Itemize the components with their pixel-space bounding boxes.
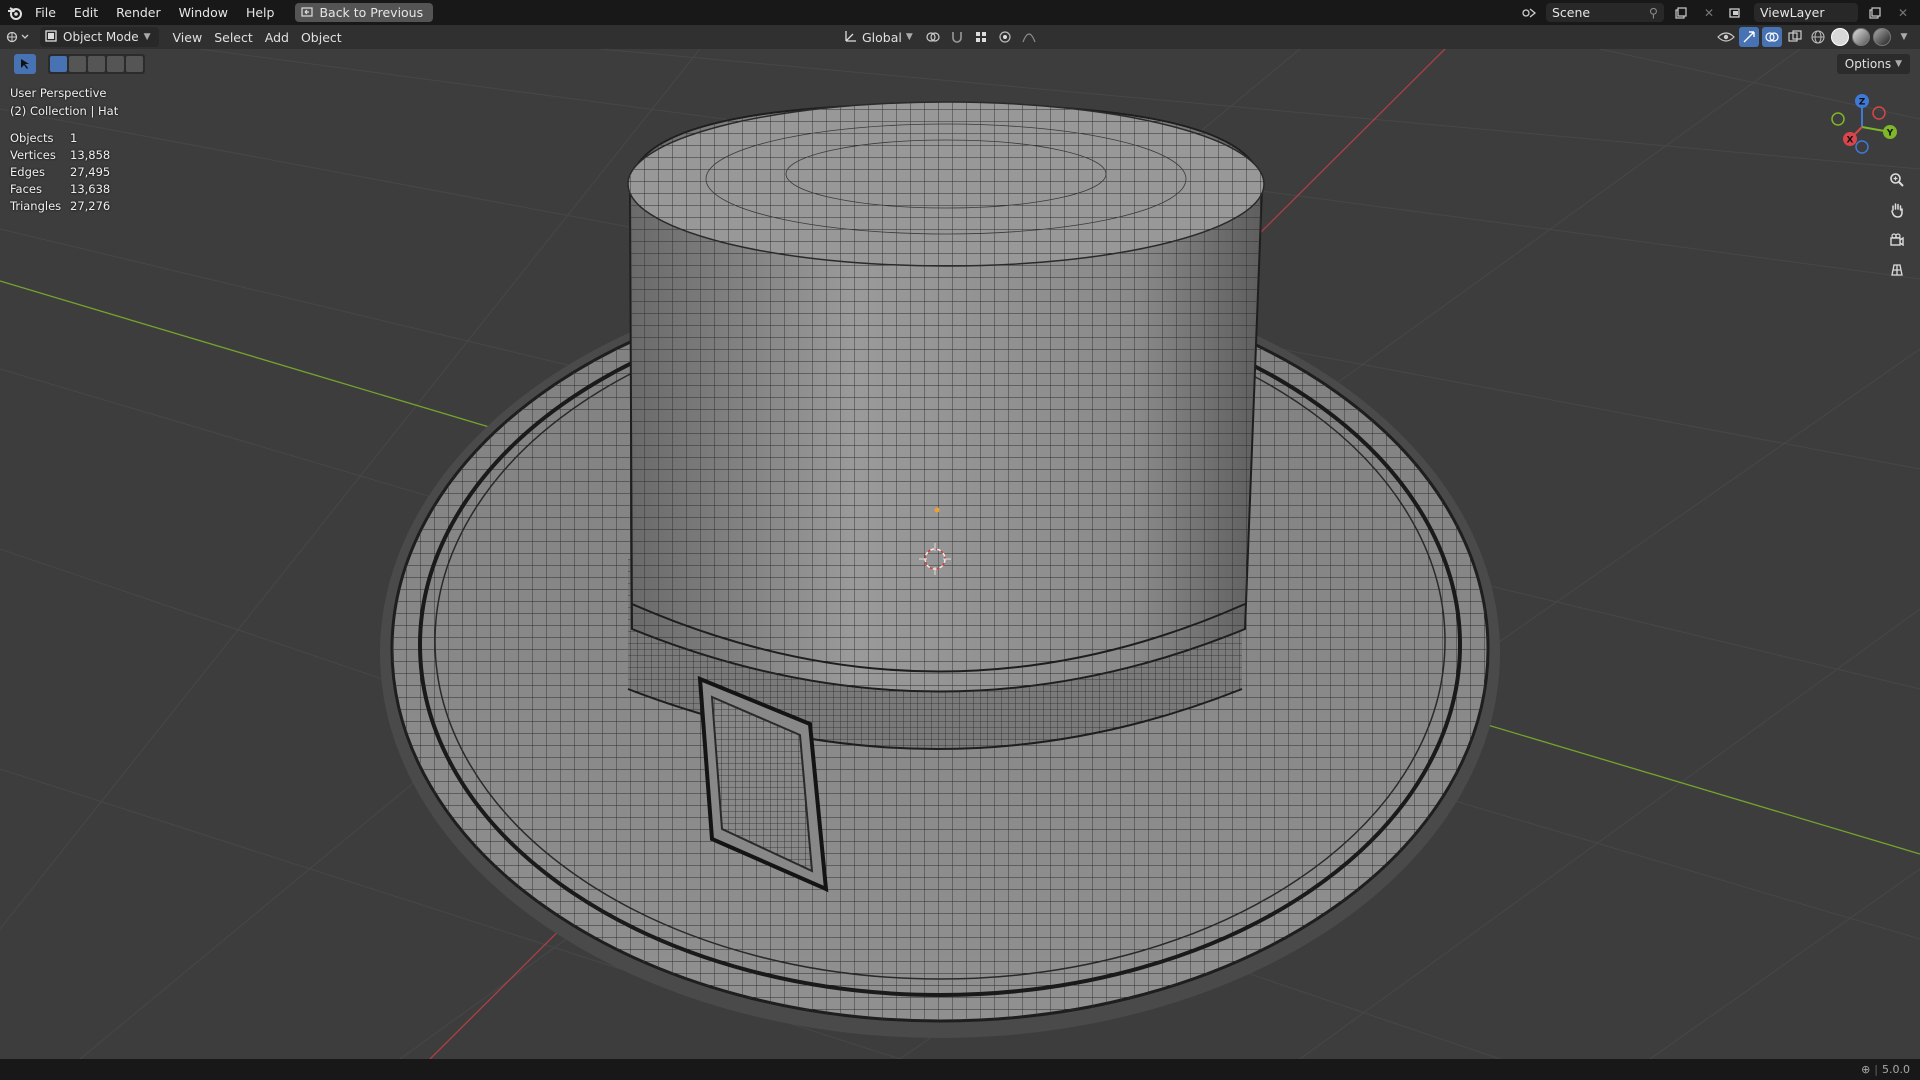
menu-edit[interactable]: Edit — [65, 0, 107, 25]
version-label: 5.0.0 — [1882, 1063, 1910, 1076]
wireframe-shading-icon[interactable] — [1808, 27, 1828, 47]
hand-icon[interactable] — [1884, 198, 1910, 222]
selection-mode-group — [48, 54, 145, 74]
menu-add[interactable]: Add — [259, 27, 295, 47]
view-layer-icon[interactable] — [1726, 3, 1748, 22]
delete-view-layer-icon[interactable]: ✕ — [1892, 3, 1914, 22]
viewport-header: Object Mode ▼ View Select Add Object Glo… — [0, 25, 1920, 49]
top-menu-bar: File Edit Render Window Help Back to Pre… — [0, 0, 1920, 25]
stat-label: Triangles — [10, 199, 62, 213]
collection-label: (2) Collection | Hat — [10, 104, 119, 118]
falloff-curve-icon[interactable] — [1019, 27, 1039, 47]
menu-render[interactable]: Render — [107, 0, 170, 25]
object-mode-label: Object Mode — [63, 30, 139, 44]
zoom-icon[interactable] — [1884, 168, 1910, 192]
hat-mesh[interactable] — [380, 101, 1500, 1038]
stat-row: Edges 27,495 — [10, 164, 110, 181]
viewport-display-tools: ▼ — [1716, 25, 1914, 49]
editor-type-dropdown[interactable] — [0, 27, 36, 47]
object-mode-icon — [44, 29, 58, 46]
chevron-down-icon: ▼ — [905, 32, 913, 42]
perspective-label: User Perspective — [10, 86, 107, 100]
grid-icon[interactable] — [1884, 258, 1910, 282]
new-view-layer-icon[interactable] — [1864, 3, 1886, 22]
version-display: ⊕ | 5.0.0 — [1861, 1063, 1910, 1076]
menu-help[interactable]: Help — [237, 0, 284, 25]
new-scene-icon[interactable] — [1670, 3, 1692, 22]
stat-value: 27,276 — [70, 199, 111, 213]
options-dropdown[interactable]: Options ▼ — [1836, 54, 1910, 74]
menu-select[interactable]: Select — [208, 27, 259, 47]
stat-row: Faces 13,638 — [10, 181, 110, 198]
back-screen-icon — [301, 5, 314, 20]
camera-icon[interactable] — [1884, 228, 1910, 252]
pivot-point-icon[interactable] — [923, 27, 943, 47]
snap-target-icon[interactable] — [971, 27, 991, 47]
select-intersect-icon[interactable] — [126, 56, 143, 72]
stat-row: Vertices 13,858 — [10, 147, 110, 164]
shading-options-chevron-icon[interactable]: ▼ — [1894, 27, 1914, 47]
snap-icon[interactable] — [947, 27, 967, 47]
stat-value: 27,495 — [70, 165, 111, 179]
gizmo-y-label: Y — [1886, 129, 1894, 139]
3d-viewport[interactable]: User Perspective (2) Collection | Hat Ob… — [0, 49, 1920, 1059]
stat-value: 13,638 — [70, 182, 111, 196]
stat-label: Faces — [10, 182, 42, 196]
navigation-gizmo[interactable]: Z Y X — [1818, 89, 1908, 169]
blender-logo-icon[interactable] — [4, 0, 26, 25]
workspace-selectors: Scene ⚲ ✕ ViewLayer ✕ — [1518, 0, 1920, 25]
tool-settings-row — [14, 54, 145, 74]
stat-value: 13,858 — [70, 148, 111, 162]
rendered-shading-button[interactable] — [1873, 28, 1891, 46]
gizmo-x-label: X — [1847, 136, 1854, 146]
navigation-buttons — [1884, 168, 1910, 282]
transform-orientation-dropdown[interactable]: Global ▼ — [838, 27, 919, 47]
select-subtract-icon[interactable] — [88, 56, 105, 72]
menu-object[interactable]: Object — [295, 27, 348, 47]
xray-toggle-icon[interactable] — [1785, 27, 1805, 47]
gizmo-z-label: Z — [1859, 98, 1866, 108]
view-layer-field[interactable]: ViewLayer — [1754, 3, 1858, 22]
stat-value: 1 — [70, 131, 78, 145]
visibility-icon[interactable] — [1716, 27, 1736, 47]
scene-name-field[interactable]: Scene ⚲ — [1546, 3, 1664, 22]
object-mode-dropdown[interactable]: Object Mode ▼ — [40, 27, 159, 47]
object-origin — [934, 507, 940, 513]
select-extend-icon[interactable] — [69, 56, 86, 72]
delete-scene-icon[interactable]: ✕ — [1698, 3, 1720, 22]
menu-window[interactable]: Window — [170, 0, 237, 25]
solid-shading-button[interactable] — [1831, 28, 1849, 46]
scene-statistics: Objects 1 Vertices 13,858 Edges 27,495 Face… — [10, 130, 110, 215]
chevron-down-icon: ▼ — [1895, 59, 1902, 69]
transform-orientation-label: Global — [862, 29, 902, 45]
select-invert-icon[interactable] — [107, 56, 124, 72]
chevron-down-icon: ▼ — [143, 32, 151, 42]
proportional-edit-icon[interactable] — [995, 27, 1015, 47]
orientation-axes-icon — [844, 29, 858, 46]
stat-label: Vertices — [10, 148, 56, 162]
scene-canvas[interactable] — [0, 49, 1920, 1059]
pin-icon[interactable]: ⚲ — [1649, 5, 1658, 20]
options-label: Options — [1844, 57, 1892, 71]
stat-row: Triangles 27,276 — [10, 198, 110, 215]
scene-type-icon[interactable] — [1518, 3, 1540, 22]
back-to-previous-button[interactable]: Back to Previous — [295, 3, 434, 22]
transform-tools: Global ▼ — [838, 25, 1039, 49]
scene-name-label: Scene — [1552, 5, 1591, 20]
material-preview-button[interactable] — [1852, 28, 1870, 46]
stat-label: Objects — [10, 131, 54, 145]
select-new-icon[interactable] — [50, 56, 67, 72]
globe-icon: ⊕ — [1861, 1063, 1871, 1076]
overlays-toggle-icon[interactable] — [1762, 27, 1782, 47]
back-to-previous-label: Back to Previous — [319, 5, 424, 20]
menu-file[interactable]: File — [26, 0, 65, 25]
stat-row: Objects 1 — [10, 130, 110, 147]
viewport-info: User Perspective (2) Collection | Hat — [10, 84, 118, 120]
gizmo-toggle-icon[interactable] — [1739, 27, 1759, 47]
stat-label: Edges — [10, 165, 45, 179]
select-tool-button[interactable] — [14, 54, 36, 74]
status-bar: ⊕ | 5.0.0 — [0, 1059, 1920, 1080]
view-layer-label: ViewLayer — [1760, 5, 1825, 20]
menu-view[interactable]: View — [167, 27, 209, 47]
